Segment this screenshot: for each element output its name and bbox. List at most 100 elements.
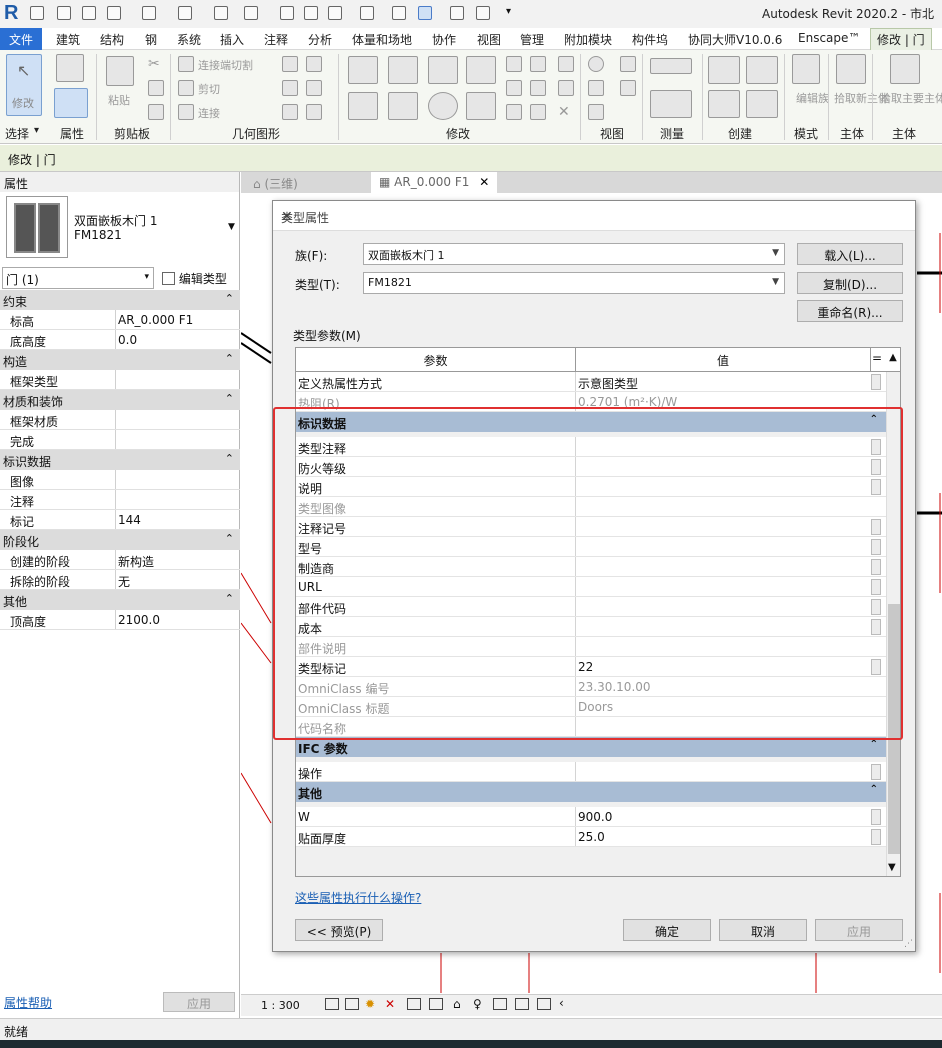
property-category[interactable]: 标识数据 ⌃: [0, 450, 240, 470]
type-select[interactable]: FM1821 ▼: [363, 272, 785, 294]
edit-type-button[interactable]: 编辑类型: [160, 267, 238, 289]
detail-level-icon[interactable]: [325, 998, 339, 1010]
associate-parameter-button[interactable]: [871, 374, 881, 390]
parameter-value[interactable]: 900.0: [575, 807, 870, 826]
collapse-icon[interactable]: ⌃: [225, 392, 234, 405]
thin-lines-icon[interactable]: [418, 6, 432, 20]
trim-multiple-icon[interactable]: [506, 104, 522, 120]
tab-floor-plan[interactable]: ▦ AR_0.000 F1 ✕: [371, 172, 498, 193]
collapse-icon[interactable]: ⌃: [870, 739, 878, 750]
parameter-row[interactable]: 定义热属性方式 示意图类型: [296, 372, 886, 392]
parameter-row[interactable]: 操作: [296, 762, 886, 782]
parameter-value[interactable]: 示意图类型: [575, 372, 870, 391]
property-row[interactable]: 底高度 0.0: [0, 330, 240, 350]
rotate-icon[interactable]: [428, 92, 458, 120]
property-category[interactable]: 其他 ⌃: [0, 590, 240, 610]
split-icon[interactable]: [506, 56, 522, 72]
paste-icon[interactable]: [106, 56, 134, 86]
show-crop-icon[interactable]: [429, 998, 443, 1010]
create-assembly-icon[interactable]: [708, 56, 740, 84]
tab-view[interactable]: 视图: [477, 31, 501, 48]
wrench-icon[interactable]: [306, 104, 322, 120]
pin-icon[interactable]: [558, 80, 574, 96]
hide-icon[interactable]: [620, 56, 636, 72]
sun-path-icon[interactable]: ✹: [365, 997, 375, 1011]
highlight-displacement-icon[interactable]: [537, 998, 551, 1010]
tab-systems[interactable]: 系统: [177, 31, 201, 48]
offset-icon[interactable]: [388, 56, 418, 84]
property-value[interactable]: [115, 410, 225, 429]
type-selector-dropdown-icon[interactable]: ▼: [228, 222, 235, 232]
create-group-icon[interactable]: [708, 90, 740, 118]
trim-icon[interactable]: [466, 92, 496, 120]
aligned-dimension-icon[interactable]: [650, 58, 692, 74]
property-value[interactable]: 新构造: [115, 550, 225, 569]
tab-collaborate[interactable]: 协作: [432, 31, 456, 48]
temp-hide-icon[interactable]: ⌂: [453, 997, 461, 1011]
customize-dropdown-icon[interactable]: ▾: [506, 6, 520, 20]
property-row[interactable]: 框架材质: [0, 410, 240, 430]
property-row[interactable]: 框架类型: [0, 370, 240, 390]
tab-steel[interactable]: 钢: [145, 31, 157, 48]
resize-grip-icon[interactable]: ⋰: [904, 939, 913, 949]
rename-button[interactable]: 重命名(R)...: [797, 300, 903, 322]
parameter-group[interactable]: 其他 ⌃: [296, 782, 886, 802]
print-icon[interactable]: [214, 6, 228, 20]
section-icon[interactable]: [392, 6, 406, 20]
collapse-arrow-icon[interactable]: ‹: [559, 996, 564, 1010]
instance-filter-select[interactable]: 门 (1) ▾: [2, 267, 154, 289]
array-icon[interactable]: [506, 80, 522, 96]
properties-toggle-icon[interactable]: [54, 88, 88, 118]
cope-icon[interactable]: [178, 56, 194, 72]
property-value[interactable]: [115, 370, 225, 389]
paint-icon[interactable]: [282, 80, 298, 96]
measure-distance-icon[interactable]: [650, 90, 692, 118]
pick-new-host-icon[interactable]: [836, 54, 866, 84]
tab-file[interactable]: 文件: [0, 28, 43, 50]
switch-windows-icon[interactable]: [476, 6, 490, 20]
properties-help-link[interactable]: 属性帮助: [4, 994, 52, 1011]
property-row[interactable]: 顶高度 2100.0: [0, 610, 240, 630]
reveal-hidden-icon[interactable]: ♀: [473, 997, 482, 1011]
tab-annotate[interactable]: 注释: [264, 31, 288, 48]
property-row[interactable]: 完成: [0, 430, 240, 450]
ok-button[interactable]: 确定: [623, 919, 711, 941]
cancel-button[interactable]: 取消: [719, 919, 807, 941]
type-properties-icon[interactable]: [56, 54, 84, 82]
associate-parameter-button[interactable]: [871, 829, 881, 845]
split-gap-icon[interactable]: [530, 56, 546, 72]
pick-primary-host-icon[interactable]: [890, 54, 920, 84]
panel-select[interactable]: 选择: [5, 125, 29, 142]
panel-select-arrow-icon[interactable]: ▾: [34, 125, 39, 136]
parameter-value[interactable]: 25.0: [575, 827, 870, 846]
cut-icon[interactable]: [178, 80, 194, 96]
mirror-draw-icon[interactable]: [466, 56, 496, 84]
view-icon[interactable]: [588, 104, 604, 120]
undo-icon[interactable]: [142, 6, 156, 20]
apply-button[interactable]: 应用: [815, 919, 903, 941]
view-scale[interactable]: 1 : 300: [261, 999, 300, 1012]
collapse-icon[interactable]: ⌃: [225, 532, 234, 545]
property-value[interactable]: 2100.0: [115, 610, 225, 629]
save-icon[interactable]: [82, 6, 96, 20]
tab-manage[interactable]: 管理: [520, 31, 544, 48]
tab-collab-master[interactable]: 协同大师V10.0.6: [688, 31, 782, 48]
cut-clip-icon[interactable]: ✂: [148, 56, 164, 72]
property-value[interactable]: 无: [115, 570, 225, 589]
property-row[interactable]: 标记 144: [0, 510, 240, 530]
delete-icon[interactable]: ✕: [558, 104, 574, 120]
redo-icon[interactable]: [178, 6, 192, 20]
tab-massing-site[interactable]: 体量和场地: [352, 31, 412, 48]
visual-style-icon[interactable]: [345, 998, 359, 1010]
app-menu-icon[interactable]: [30, 6, 44, 20]
demolish-icon[interactable]: [306, 80, 322, 96]
join-icon[interactable]: [178, 104, 194, 120]
temp-view-props-icon[interactable]: [493, 998, 507, 1010]
parameter-group[interactable]: IFC 参数 ⌃: [296, 737, 886, 757]
scale-icon[interactable]: [530, 80, 546, 96]
collapse-icon[interactable]: ⌃: [225, 592, 234, 605]
dimension-icon[interactable]: [280, 6, 294, 20]
property-value[interactable]: [115, 490, 225, 509]
create-similar-icon[interactable]: [746, 90, 778, 118]
parameter-row[interactable]: 贴面厚度 25.0: [296, 827, 886, 847]
